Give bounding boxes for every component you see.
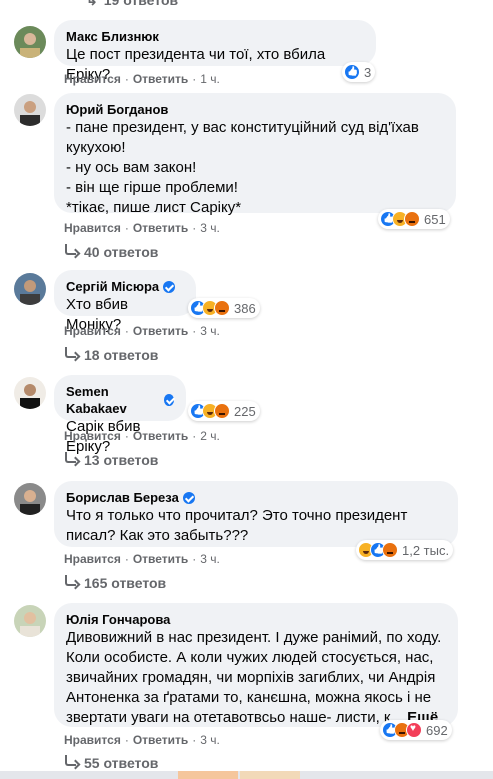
- view-replies-link[interactable]: 55 ответов: [64, 755, 158, 771]
- like-reaction-icon: [344, 64, 360, 80]
- reply-button[interactable]: Ответить: [133, 324, 188, 338]
- like-button[interactable]: Нравится: [64, 221, 121, 235]
- verified-badge-icon: [163, 394, 174, 406]
- love-reaction-icon: [406, 722, 422, 738]
- reactions-summary[interactable]: 225: [188, 401, 260, 421]
- view-replies-link[interactable]: 13 ответов: [64, 452, 158, 468]
- avatar[interactable]: [14, 26, 46, 58]
- comment-bubble: Макс Близнюк Це пост президента чи тої, …: [54, 20, 376, 83]
- comment-author[interactable]: Борислав Береза: [66, 489, 446, 506]
- like-button[interactable]: Нравится: [64, 552, 121, 566]
- comment-bubble: Борислав Береза Что я только что прочита…: [54, 481, 458, 547]
- avatar[interactable]: [14, 605, 46, 637]
- comment-actions: Нравится · Ответить · 3 ч.: [64, 324, 220, 338]
- reply-arrow-icon: ↳: [86, 0, 98, 8]
- reply-button[interactable]: Ответить: [133, 429, 188, 443]
- angry-reaction-icon: [214, 300, 230, 316]
- bottom-divider: [0, 771, 493, 779]
- reply-arrow-icon: [64, 244, 78, 257]
- comment-bubble: Сергій Місюра Хто вбив Моніку?: [54, 270, 196, 333]
- comment-actions: Нравится · Ответить · 3 ч.: [64, 552, 220, 566]
- reply-arrow-icon: [64, 755, 78, 768]
- like-button[interactable]: Нравится: [64, 72, 121, 86]
- like-button[interactable]: Нравится: [64, 324, 121, 338]
- angry-reaction-icon: [214, 403, 230, 419]
- like-button[interactable]: Нравится: [64, 429, 121, 443]
- reactions-summary[interactable]: 3: [342, 62, 376, 82]
- comment-time[interactable]: 3 ч.: [200, 221, 220, 235]
- comment-author[interactable]: Сергій Місюра: [66, 278, 184, 295]
- reply-button[interactable]: Ответить: [133, 733, 188, 747]
- comment-text: - пане президент, у вас конституційний с…: [66, 119, 419, 216]
- comment-bubble: Semen Kabakaev Сарік вбив Еріку?: [54, 375, 186, 455]
- replies-link[interactable]: ↳ 19 ответов: [86, 0, 178, 8]
- reply-button[interactable]: Ответить: [133, 221, 188, 235]
- comment-time[interactable]: 3 ч.: [200, 324, 220, 338]
- view-replies-link[interactable]: 18 ответов: [64, 347, 158, 363]
- reply-arrow-icon: [64, 575, 78, 588]
- reactions-summary[interactable]: 692: [380, 720, 452, 740]
- avatar[interactable]: [14, 377, 46, 409]
- comment-author[interactable]: Semen Kabakaev: [66, 383, 174, 417]
- reply-button[interactable]: Ответить: [133, 72, 188, 86]
- angry-reaction-icon: [382, 542, 398, 558]
- like-button[interactable]: Нравится: [64, 733, 121, 747]
- avatar[interactable]: [14, 483, 46, 515]
- verified-badge-icon: [163, 280, 176, 293]
- reactions-summary[interactable]: 1,2 тыс.: [356, 540, 454, 560]
- comment-time[interactable]: 1 ч.: [200, 72, 220, 86]
- comment-actions: Нравится · Ответить · 2 ч.: [64, 429, 220, 443]
- avatar[interactable]: [14, 273, 46, 305]
- avatar[interactable]: [14, 94, 46, 126]
- reactions-summary[interactable]: 386: [188, 298, 260, 318]
- comment-text: Дивовижний в нас президент. І дуже ранім…: [66, 629, 442, 726]
- reply-arrow-icon: [64, 452, 78, 465]
- angry-reaction-icon: [404, 211, 420, 227]
- reply-arrow-icon: [64, 347, 78, 360]
- comment-bubble: Юлія Гончарова Дивовижний в нас президен…: [54, 603, 458, 727]
- comment-author[interactable]: Юрий Богданов: [66, 101, 444, 118]
- view-replies-link[interactable]: 165 ответов: [64, 575, 166, 591]
- comment-actions: Нравится · Ответить · 1 ч.: [64, 72, 220, 86]
- view-replies-link[interactable]: 40 ответов: [64, 244, 158, 260]
- reactions-summary[interactable]: 651: [378, 209, 450, 229]
- comment-author[interactable]: Юлія Гончарова: [66, 611, 446, 628]
- reply-button[interactable]: Ответить: [133, 552, 188, 566]
- comment-actions: Нравится · Ответить · 3 ч.: [64, 733, 220, 747]
- comment-author[interactable]: Макс Близнюк: [66, 28, 364, 45]
- verified-badge-icon: [182, 491, 195, 504]
- comment-time[interactable]: 2 ч.: [200, 429, 220, 443]
- comment-time[interactable]: 3 ч.: [200, 733, 220, 747]
- comment-actions: Нравится · Ответить · 3 ч.: [64, 221, 220, 235]
- comment-time[interactable]: 3 ч.: [200, 552, 220, 566]
- comment-bubble: Юрий Богданов - пане президент, у вас ко…: [54, 93, 456, 216]
